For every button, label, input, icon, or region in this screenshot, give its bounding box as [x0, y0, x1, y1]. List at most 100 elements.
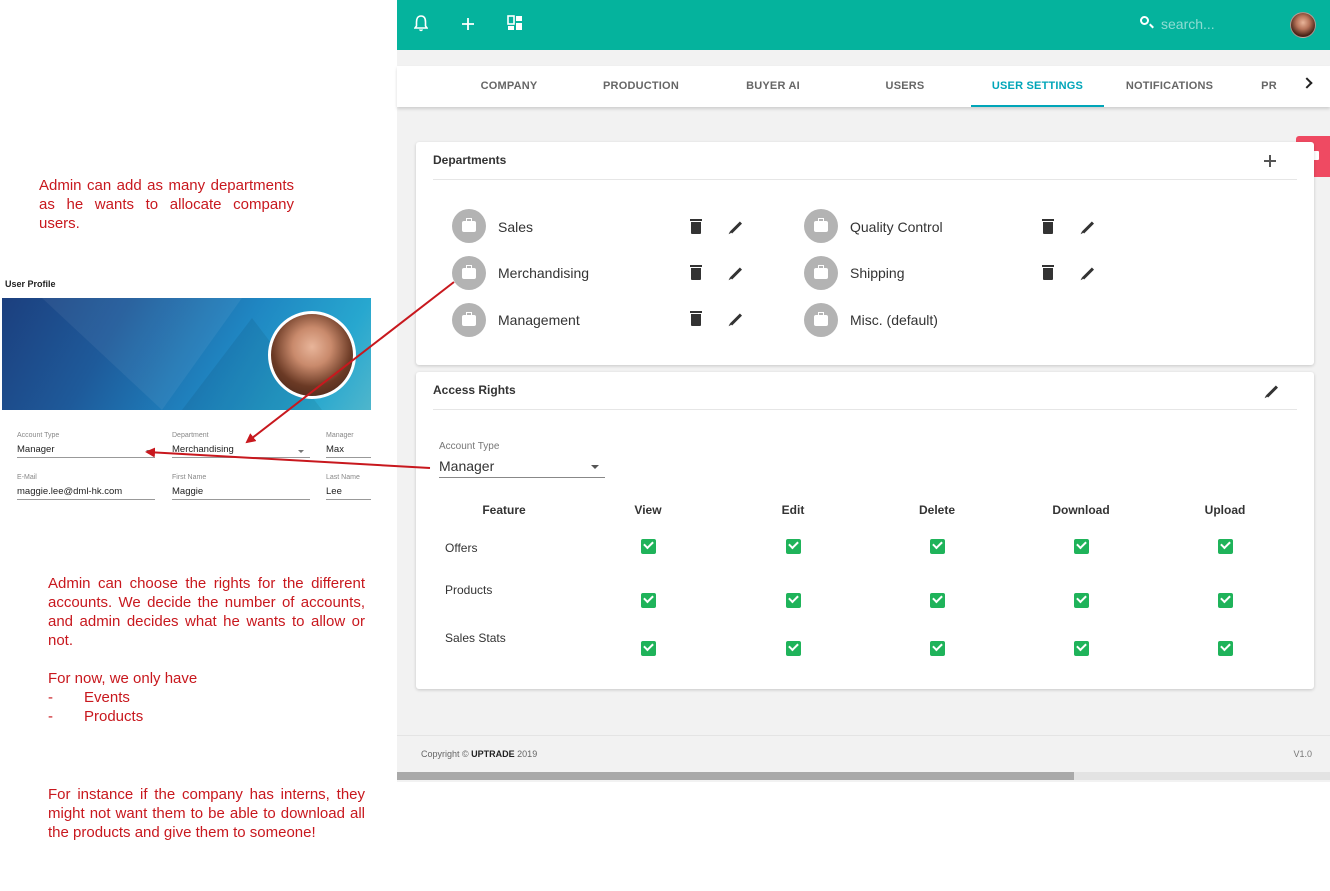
edit-icon[interactable] [729, 267, 743, 280]
first-name-field[interactable]: Maggie [172, 486, 310, 500]
annotation-departments: Admin can add as many departments as he … [39, 177, 294, 232]
delete-checkbox[interactable] [930, 539, 945, 554]
department-field[interactable]: Merchandising [172, 444, 310, 458]
departments-title: Departments [433, 153, 507, 167]
version-label: V1.0 [1293, 749, 1312, 759]
divider [433, 179, 1297, 180]
footer: Copyright © UPTRADE 2019 V1.0 [397, 735, 1330, 772]
department-name: Merchandising [498, 265, 590, 281]
horizontal-scrollbar[interactable] [397, 772, 1330, 780]
tab-production[interactable]: PRODUCTION [596, 66, 686, 107]
tab-pr[interactable]: PR [1255, 66, 1283, 107]
column-header: Feature [482, 503, 526, 517]
search-icon[interactable] [1140, 16, 1149, 25]
add-department-button[interactable] [1264, 155, 1276, 167]
access-rights-card: Access Rights Account Type Manager Featu… [416, 372, 1314, 689]
column-header: View [634, 503, 662, 517]
edit-checkbox[interactable] [786, 593, 801, 608]
column-header: Delete [918, 503, 956, 517]
email-label: E-Mail [17, 474, 37, 481]
divider [433, 409, 1297, 410]
tab-notifications[interactable]: NOTIFICATIONS [1122, 66, 1217, 107]
tab-company[interactable]: COMPANY [467, 66, 551, 107]
account-type-label: Account Type [17, 432, 60, 439]
column-header: Edit [781, 503, 805, 517]
manager-field[interactable]: Max [326, 444, 371, 458]
annotation-example: For instance if the company has interns,… [48, 786, 365, 841]
chevron-down-icon [591, 465, 599, 469]
download-checkbox[interactable] [1074, 539, 1089, 554]
annotation-paragraph: Admin can choose the rights for the diff… [48, 575, 365, 649]
tab-user-settings[interactable]: USER SETTINGS [971, 66, 1104, 107]
app-window: search... COMPANY PRODUCTION BUYER AI US… [397, 0, 1330, 782]
briefcase-icon [452, 256, 486, 290]
delete-icon[interactable] [690, 311, 702, 326]
scrollbar-thumb[interactable] [397, 772, 1074, 780]
delete-checkbox[interactable] [930, 641, 945, 656]
annotation-list-item: - Events [48, 689, 130, 706]
last-name-field[interactable]: Lee [326, 486, 371, 500]
edit-icon[interactable] [1081, 267, 1095, 280]
upload-checkbox[interactable] [1218, 539, 1233, 554]
email-field[interactable]: maggie.lee@dml-hk.com [17, 486, 155, 500]
user-avatar[interactable] [1290, 12, 1316, 38]
edit-icon[interactable] [729, 221, 743, 234]
profile-avatar [268, 311, 356, 399]
account-type-field[interactable]: Manager [17, 444, 155, 458]
view-checkbox[interactable] [641, 593, 656, 608]
departments-card: Departments Sales Merchandising Manageme… [416, 142, 1314, 365]
briefcase-icon [452, 209, 486, 243]
edit-checkbox[interactable] [786, 539, 801, 554]
chevron-right-icon[interactable] [1301, 77, 1313, 89]
bell-icon[interactable] [414, 15, 428, 32]
copyright-text: Copyright © UPTRADE 2019 [421, 749, 538, 759]
briefcase-icon [804, 256, 838, 290]
manager-label: Manager [326, 432, 354, 439]
user-profile-title: User Profile [5, 279, 56, 289]
plus-icon[interactable] [461, 17, 475, 31]
department-label: Department [172, 432, 209, 439]
access-rights-title: Access Rights [433, 383, 516, 397]
delete-icon[interactable] [1042, 219, 1054, 234]
dashboard-icon[interactable] [507, 15, 523, 31]
chevron-down-icon [146, 450, 152, 453]
account-type-label: Account Type [439, 441, 500, 452]
feature-label: Offers [445, 541, 478, 555]
edit-checkbox[interactable] [786, 641, 801, 656]
briefcase-icon [804, 209, 838, 243]
download-checkbox[interactable] [1074, 641, 1089, 656]
briefcase-icon [452, 303, 486, 337]
delete-icon[interactable] [1042, 265, 1054, 280]
edit-access-rights-icon[interactable] [1265, 385, 1279, 398]
delete-checkbox[interactable] [930, 593, 945, 608]
feature-label: Sales Stats [445, 631, 506, 645]
upload-checkbox[interactable] [1218, 593, 1233, 608]
department-name: Misc. (default) [850, 312, 938, 328]
edit-icon[interactable] [729, 313, 743, 326]
page: Admin can add as many departments as he … [0, 0, 1330, 891]
delete-icon[interactable] [690, 219, 702, 234]
department-name: Sales [498, 219, 534, 235]
account-type-select[interactable]: Manager [439, 458, 605, 478]
upload-checkbox[interactable] [1218, 641, 1233, 656]
top-bar: search... [397, 0, 1330, 50]
department-name: Management [498, 312, 580, 328]
download-checkbox[interactable] [1074, 593, 1089, 608]
annotation-access-rights: Admin can choose the rights for the diff… [48, 574, 365, 726]
search-input[interactable]: search... [1161, 16, 1215, 32]
chevron-down-icon [298, 450, 304, 453]
last-name-label: Last Name [326, 474, 360, 481]
first-name-label: First Name [172, 474, 207, 481]
view-checkbox[interactable] [641, 539, 656, 554]
edit-icon[interactable] [1081, 221, 1095, 234]
feature-label: Products [445, 583, 493, 597]
delete-icon[interactable] [690, 265, 702, 280]
view-checkbox[interactable] [641, 641, 656, 656]
column-header: Download [1052, 503, 1110, 517]
brand-link[interactable]: UPTRADE [471, 749, 515, 759]
department-name: Shipping [850, 265, 905, 281]
tabs-bar: COMPANY PRODUCTION BUYER AI USERS USER S… [397, 66, 1330, 107]
annotation-paragraph: For now, we only have [48, 670, 198, 687]
tab-buyer-ai[interactable]: BUYER AI [732, 66, 814, 107]
tab-users[interactable]: USERS [865, 66, 945, 107]
